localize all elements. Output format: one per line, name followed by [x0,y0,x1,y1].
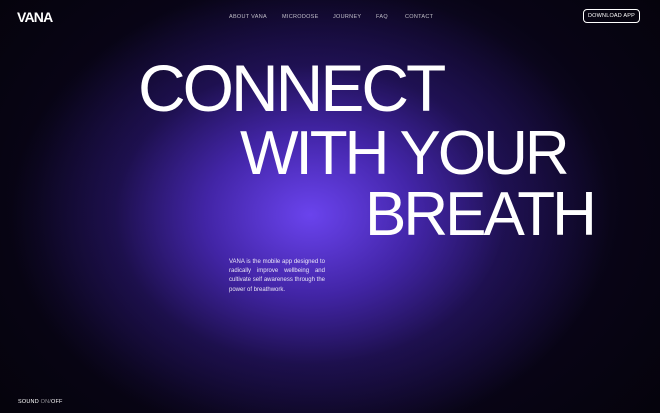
sound-on-option[interactable]: ON [41,399,50,405]
sound-label: SOUND [18,399,39,405]
hero-headline: CONNECT WITH YOUR BREATH [0,0,660,260]
sound-toggle[interactable]: SOUND ON/OFF [18,398,63,406]
headline-line-1: CONNECT [138,51,446,125]
headline-line-2: WITH YOUR [240,119,570,188]
sound-off-option[interactable]: OFF [51,399,63,405]
headline-line-3: BREATH [365,180,597,249]
hero-description: VANA is the mobile app designed to radic… [229,259,325,293]
